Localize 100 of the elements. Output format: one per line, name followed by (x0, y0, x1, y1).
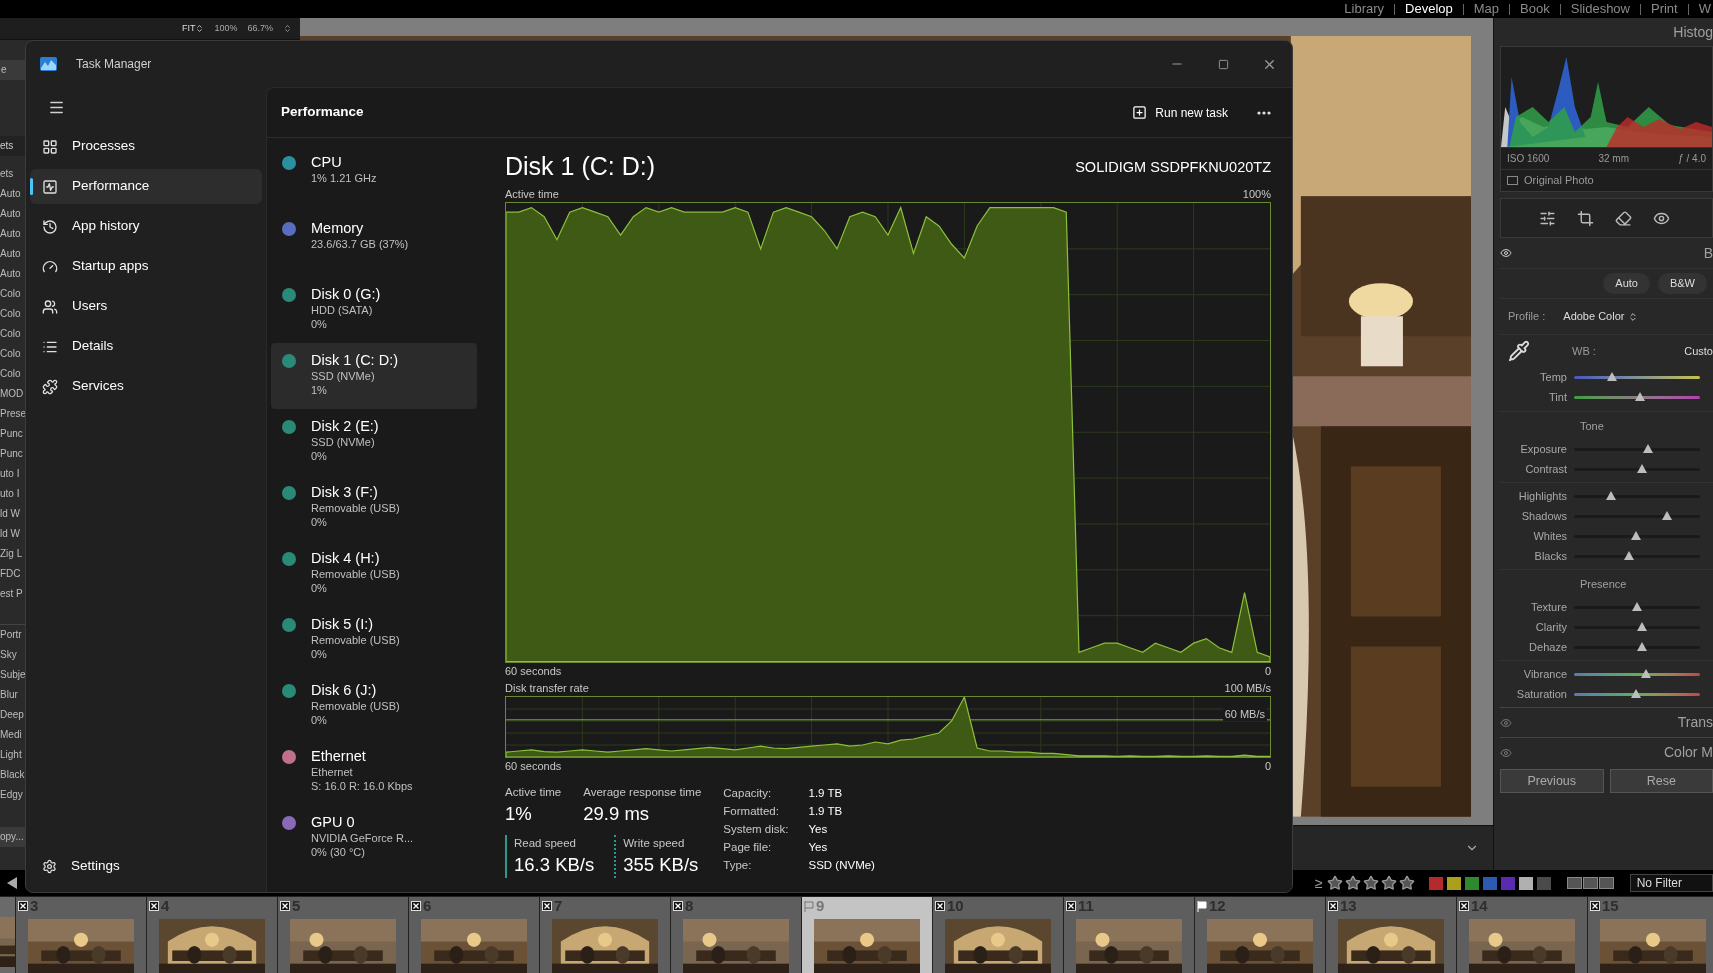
tool-icon[interactable] (1577, 209, 1594, 227)
preset-item[interactable]: Punc (0, 424, 25, 444)
run-new-task-button[interactable]: Run new task (1124, 97, 1236, 128)
nav-item[interactable]: Processes (30, 129, 262, 164)
slider-thumb[interactable] (1605, 490, 1616, 500)
reject-flag-icon[interactable] (935, 901, 945, 911)
color-label-swatch[interactable] (1446, 876, 1461, 890)
preset-item[interactable]: FDC (0, 564, 25, 584)
zoom-option[interactable]: 100% (214, 21, 238, 36)
reject-flag-icon[interactable] (1066, 901, 1076, 911)
slider-thumb[interactable] (1637, 621, 1648, 631)
preset-item[interactable]: Sky (0, 645, 25, 665)
settings-item[interactable]: Settings (30, 848, 262, 884)
color-label-swatch[interactable] (1536, 876, 1551, 890)
nav-item[interactable]: App history (30, 209, 262, 244)
slider[interactable] (1574, 672, 1700, 676)
reject-flag-icon[interactable] (673, 901, 683, 911)
module-tab[interactable]: Book (1520, 0, 1550, 18)
checkbox[interactable] (1507, 176, 1518, 185)
panel-button[interactable]: Rese (1609, 769, 1713, 793)
star-icon[interactable] (1398, 875, 1415, 891)
reject-flag-icon[interactable] (280, 901, 290, 911)
preset-item[interactable]: Colo (0, 304, 25, 324)
preset-item[interactable]: Punc (0, 444, 25, 464)
preset-item[interactable]: est P (0, 584, 25, 604)
slider-thumb[interactable] (1640, 668, 1651, 678)
preset-item[interactable]: Subje (0, 665, 25, 685)
nav-item[interactable]: Users (30, 289, 262, 324)
preset-item[interactable]: Auto (0, 184, 25, 204)
tool-icon[interactable] (1539, 209, 1556, 227)
reject-flag-icon[interactable] (149, 901, 159, 911)
filter-dropdown[interactable]: No Filter (1629, 874, 1713, 892)
visibility-icon[interactable] (1500, 247, 1512, 259)
slider-thumb[interactable] (1630, 688, 1641, 698)
preset-item[interactable]: Auto (0, 244, 25, 264)
device-item[interactable]: GPU 0 NVIDIA GeForce R... 0% (30 °C) (271, 805, 477, 871)
star-icon[interactable] (1344, 875, 1361, 891)
view-mode-icon[interactable] (1582, 877, 1598, 889)
device-item[interactable]: Disk 4 (H:) Removable (USB) 0% (271, 541, 477, 607)
device-item[interactable]: Disk 0 (G:) HDD (SATA) 0% (271, 277, 477, 343)
color-label-swatch[interactable] (1464, 876, 1479, 890)
nav-item[interactable]: Services (30, 369, 262, 404)
stepper-icon[interactable] (283, 24, 292, 33)
preset-item[interactable]: Colo (0, 364, 25, 384)
preset-button[interactable]: B&W (1657, 273, 1707, 294)
module-tab[interactable]: Print (1651, 0, 1678, 18)
slider-thumb[interactable] (1624, 550, 1635, 560)
panel-button[interactable]: Previous (1500, 769, 1604, 793)
preset-item[interactable]: Colo (0, 284, 25, 304)
device-item[interactable]: Memory 23.6/63.7 GB (37%) (271, 211, 477, 277)
input-field[interactable]: e (0, 60, 25, 80)
preset-item[interactable]: Edgy (0, 785, 25, 805)
preset-item[interactable]: ets (0, 164, 25, 184)
device-item[interactable]: Ethernet Ethernet S: 16.0 R: 16.0 Kbps (271, 739, 477, 805)
preset-item[interactable]: Deep (0, 705, 25, 725)
preset-item[interactable]: Auto (0, 224, 25, 244)
slider[interactable] (1574, 375, 1700, 379)
reject-flag-icon[interactable] (1590, 901, 1600, 911)
module-tab[interactable]: Develop (1405, 0, 1453, 18)
slider-thumb[interactable] (1662, 510, 1673, 520)
reject-flag-icon[interactable] (18, 901, 28, 911)
module-tab[interactable]: Slideshow (1570, 0, 1630, 18)
device-item[interactable]: Disk 5 (I:) Removable (USB) 0% (271, 607, 477, 673)
star-icon[interactable] (1362, 875, 1379, 891)
color-label-swatch[interactable] (1482, 876, 1497, 890)
tool-icon[interactable] (1615, 209, 1632, 227)
reject-flag-icon[interactable] (1328, 901, 1338, 911)
color-label-swatch[interactable] (1518, 876, 1533, 890)
preset-item[interactable]: Colo (0, 344, 25, 364)
preset-item[interactable]: MOD (0, 384, 25, 404)
preset-button[interactable]: Auto (1603, 273, 1650, 294)
device-item[interactable]: Disk 2 (E:) SSD (NVMe) 0% (271, 409, 477, 475)
preset-item[interactable]: Colo (0, 324, 25, 344)
nav-item[interactable]: Performance (30, 169, 262, 204)
slider-thumb[interactable] (1634, 391, 1645, 401)
preset-item[interactable]: uto I (0, 484, 25, 504)
preset-item[interactable]: Blur (0, 685, 25, 705)
slider[interactable] (1574, 395, 1700, 399)
view-mode-icon[interactable] (1598, 877, 1614, 889)
preset-item[interactable]: Light (0, 745, 25, 765)
preset-item[interactable]: Black (0, 765, 25, 785)
module-tab[interactable]: Library (1344, 0, 1385, 18)
zoom-option[interactable]: FIT (181, 21, 205, 36)
slider-thumb[interactable] (1632, 601, 1642, 611)
slider-thumb[interactable] (1637, 463, 1648, 473)
star-icon[interactable] (1380, 875, 1397, 891)
preset-item[interactable]: ld W (0, 504, 25, 524)
preset-item[interactable]: Portr (0, 625, 25, 645)
preset-item[interactable]: uto I (0, 464, 25, 484)
module-tab[interactable]: W (1698, 0, 1711, 18)
slider[interactable] (1574, 692, 1700, 696)
preset-item[interactable]: Zig L (0, 544, 25, 564)
star-icon[interactable] (1326, 875, 1343, 891)
reject-flag-icon[interactable] (1459, 901, 1469, 911)
device-item[interactable]: Disk 1 (C: D:) SSD (NVMe) 1% (271, 343, 477, 409)
slider-thumb[interactable] (1637, 641, 1648, 651)
reject-flag-icon[interactable] (411, 901, 421, 911)
preset-item[interactable]: Auto (0, 204, 25, 224)
nav-item[interactable]: Details (30, 329, 262, 364)
preset-item[interactable]: Medi (0, 725, 25, 745)
